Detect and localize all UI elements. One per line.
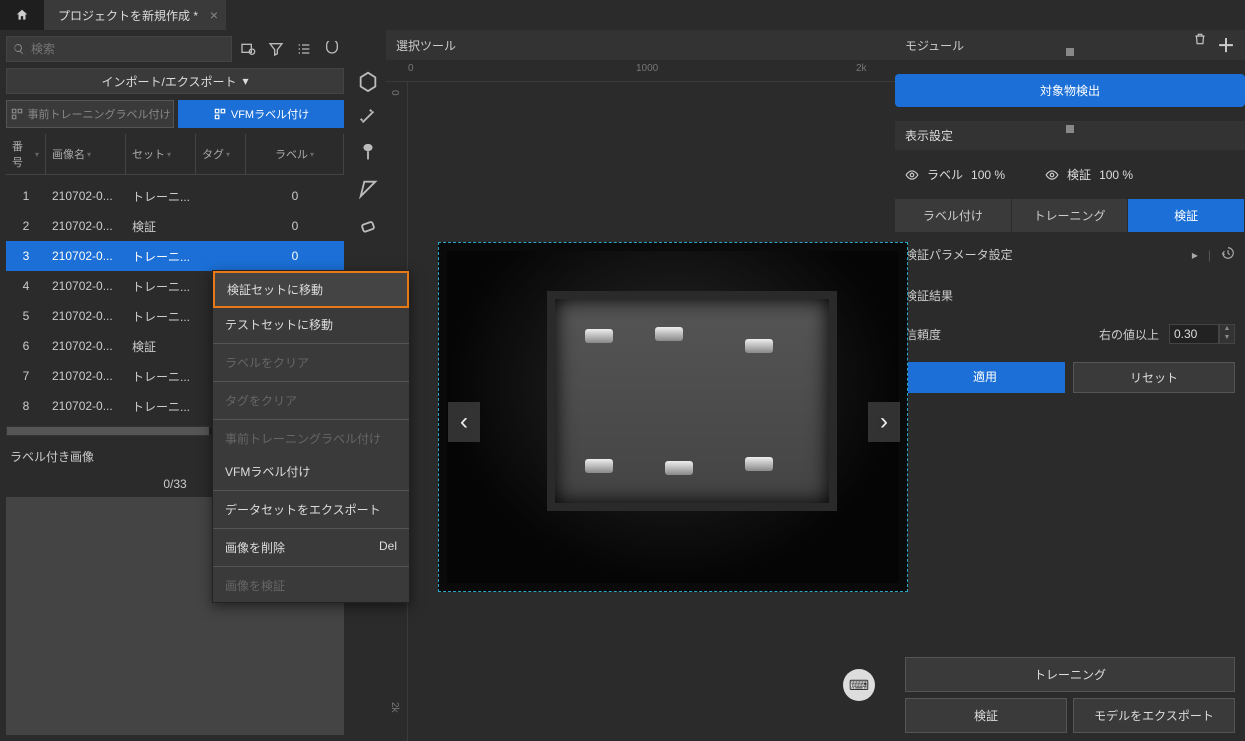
keyboard-icon[interactable]: ⌨ <box>843 669 875 701</box>
center-heading: 選択ツール <box>386 30 895 60</box>
col-tag[interactable]: タグ▾ <box>196 134 246 174</box>
spin-up-icon[interactable]: ▲ <box>1220 325 1234 334</box>
vis-label-text: ラベル <box>927 166 963 183</box>
col-label[interactable]: ラベル▾ <box>246 134 344 174</box>
cm-export-dataset[interactable]: データセットをエクスポート <box>213 493 409 526</box>
ruler-horizontal: 0 1000 2k <box>386 60 895 82</box>
layout-icon[interactable] <box>320 37 344 61</box>
module-pill[interactable]: 対象物検出 <box>895 74 1245 107</box>
image-filter-icon[interactable] <box>236 37 260 61</box>
verify-param-heading: 検証パラメータ設定 <box>905 246 1013 263</box>
vis-label-pct: 100 % <box>971 168 1005 182</box>
cm-delete-shortcut: Del <box>379 539 397 556</box>
eye-icon[interactable] <box>1045 168 1059 182</box>
tab-title: プロジェクトを新規作成 * <box>58 7 198 24</box>
image-viewport[interactable]: ‹ › ⌨ <box>408 82 895 741</box>
confidence-field[interactable] <box>1169 324 1219 344</box>
brush-tool-icon[interactable] <box>357 142 379 164</box>
cm-clear-tag: タグをクリア <box>213 384 409 417</box>
cm-pretrain-label: 事前トレーニングラベル付け <box>213 422 409 455</box>
lasso-tool-icon[interactable] <box>357 178 379 200</box>
search-input[interactable] <box>6 36 232 62</box>
vis-verify-pct: 100 % <box>1099 168 1133 182</box>
import-export-button[interactable]: インポート/エクスポート ▾ <box>6 68 344 94</box>
table-row[interactable]: 1210702-0...トレーニ...0 <box>6 181 344 211</box>
polygon-tool-icon[interactable] <box>357 70 379 92</box>
vfm-label-button[interactable]: VFMラベル付け <box>178 100 344 128</box>
history-icon[interactable] <box>1221 246 1235 263</box>
pretrain-label-button[interactable]: 事前トレーニングラベル付け <box>6 100 174 128</box>
annotated-image[interactable] <box>438 242 908 592</box>
list-icon[interactable] <box>292 37 316 61</box>
training-button[interactable]: トレーニング <box>905 657 1235 692</box>
import-export-label: インポート/エクスポート <box>101 73 236 90</box>
module-panel-heading: モジュール <box>905 37 964 54</box>
cm-move-test[interactable]: テストセットに移動 <box>213 308 409 341</box>
trash-icon[interactable] <box>1193 32 1207 58</box>
project-tab[interactable]: プロジェクトを新規作成 * × <box>44 0 226 30</box>
eye-icon[interactable] <box>905 168 919 182</box>
funnel-icon[interactable] <box>264 37 288 61</box>
vfm-label-text: VFMラベル付け <box>231 106 309 122</box>
cm-verify-image: 画像を検証 <box>213 569 409 602</box>
magic-wand-icon[interactable] <box>357 106 379 128</box>
verify-button[interactable]: 検証 <box>905 698 1067 733</box>
cm-delete-image[interactable]: 画像を削除 Del <box>213 531 409 564</box>
eraser-tool-icon[interactable] <box>357 214 379 236</box>
tab-training[interactable]: トレーニング <box>1012 199 1129 232</box>
table-row[interactable]: 3210702-0...トレーニ...0 <box>6 241 344 271</box>
prev-image-button[interactable]: ‹ <box>448 402 480 442</box>
cm-move-validation[interactable]: 検証セットに移動 <box>213 271 409 308</box>
context-menu: 検証セットに移動 テストセットに移動 ラベルをクリア タグをクリア 事前トレーニ… <box>212 270 410 603</box>
module-name: 対象物検出 <box>1040 84 1100 98</box>
apply-button[interactable]: 適用 <box>905 362 1065 393</box>
next-image-button[interactable]: › <box>868 402 900 442</box>
play-icon[interactable]: ▸ <box>1192 248 1198 262</box>
pretrain-label-text: 事前トレーニングラベル付け <box>28 106 171 122</box>
table-header: 番号▾ 画像名▾ セット▾ タグ▾ ラベル▾ <box>6 134 344 175</box>
verify-result-heading: 検証結果 <box>895 277 1245 314</box>
cm-vfm-label[interactable]: VFMラベル付け <box>213 455 409 488</box>
export-model-button[interactable]: モデルをエクスポート <box>1073 698 1235 733</box>
col-image-name[interactable]: 画像名▾ <box>46 134 126 174</box>
confidence-input[interactable]: ▲▼ <box>1169 324 1235 344</box>
reset-button[interactable]: リセット <box>1073 362 1235 393</box>
plus-icon[interactable]: ＋ <box>1217 32 1235 58</box>
tab-verify[interactable]: 検証 <box>1128 199 1245 232</box>
table-row[interactable]: 2210702-0...検証0 <box>6 211 344 241</box>
confidence-label: 信頼度 <box>905 326 1089 343</box>
vis-verify-text: 検証 <box>1067 166 1091 183</box>
home-icon[interactable] <box>0 0 44 30</box>
chevron-down-icon: ▾ <box>242 74 248 88</box>
col-set[interactable]: セット▾ <box>126 134 196 174</box>
search-field[interactable] <box>31 42 225 56</box>
cm-clear-label: ラベルをクリア <box>213 346 409 379</box>
close-icon[interactable]: × <box>210 7 218 23</box>
spin-down-icon[interactable]: ▼ <box>1220 334 1234 343</box>
confidence-op: 右の値以上 <box>1099 326 1159 343</box>
tab-labeling[interactable]: ラベル付け <box>895 199 1012 232</box>
col-number[interactable]: 番号▾ <box>6 134 46 174</box>
